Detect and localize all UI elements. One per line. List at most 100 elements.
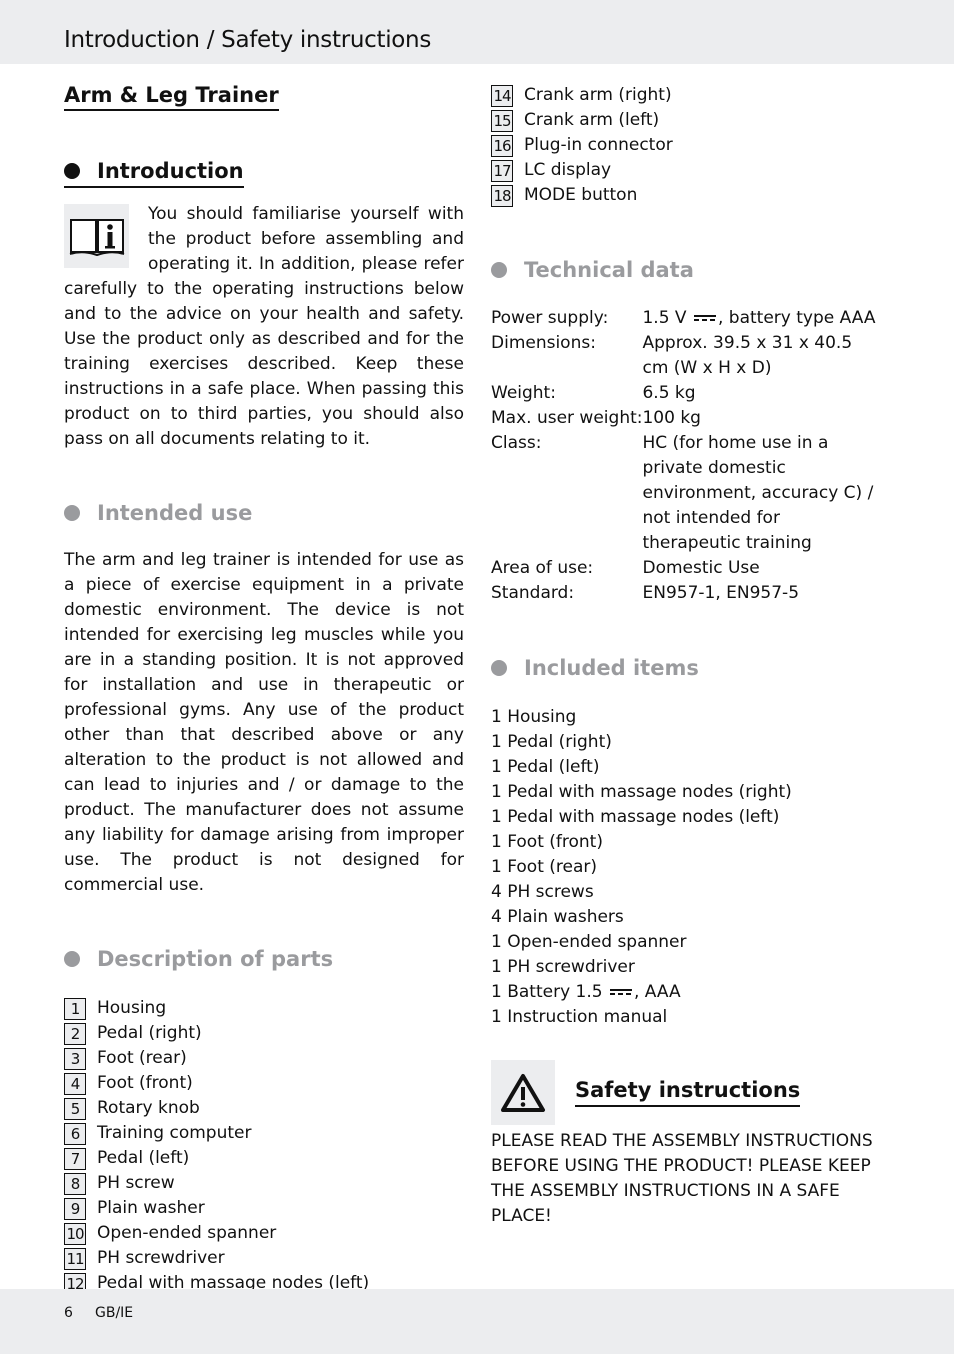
part-label: LC display — [524, 160, 612, 180]
part-item: 9 Plain washer — [64, 1196, 464, 1221]
introduction-block: You should familiarise yourself with the… — [64, 202, 464, 452]
part-label: PH screw — [97, 1173, 175, 1193]
page-header-title: Introduction / Safety instructions — [64, 27, 432, 53]
part-label: Plug-in connector — [524, 135, 673, 155]
tech-key: Dimensions: — [491, 333, 596, 353]
dc-current-icon — [693, 314, 716, 322]
part-item: 5 Rotary knob — [64, 1096, 464, 1121]
tech-value: EN957-1, EN957-5 — [642, 583, 800, 603]
right-column: 14 Crank arm (right) 15 Crank arm (left) 1… — [491, 83, 891, 1229]
part-number: 10 — [64, 1222, 86, 1245]
bullet-icon — [491, 660, 507, 676]
included-item: 1 Pedal with massage nodes (right) — [491, 782, 792, 802]
part-number: 15 — [491, 109, 513, 132]
included-item: 1 Open-ended spanner — [491, 932, 687, 952]
technical-data-table: Power supply: 1.5 V , battery type AAA D… — [491, 306, 882, 606]
tech-key: Power supply: — [491, 308, 609, 328]
included-items-list: 1 Housing 1 Pedal (right) 1 Pedal (left)… — [491, 705, 891, 1030]
part-label: Training computer — [97, 1123, 252, 1143]
included-item: 1 PH screwdriver — [491, 957, 635, 977]
part-label: Pedal (left) — [97, 1148, 190, 1168]
tech-row: Area of use: Domestic Use — [491, 556, 882, 581]
part-number: 1 — [64, 997, 86, 1020]
bullet-icon — [64, 951, 80, 967]
part-number: 7 — [64, 1147, 86, 1170]
intended-use-heading: Intended use — [64, 498, 464, 528]
introduction-heading: Introduction — [64, 158, 464, 188]
part-item: 11 PH screwdriver — [64, 1246, 464, 1271]
tech-row: Dimensions: Approx. 39.5 x 31 x 40.5 cm … — [491, 331, 882, 381]
part-label: Foot (front) — [97, 1073, 193, 1093]
tech-key: Max. user weight: — [491, 408, 643, 428]
tech-value: Approx. 39.5 x 31 x 40.5 cm (W x H x D) — [642, 333, 853, 378]
tech-key: Class: — [491, 433, 542, 453]
part-label: Crank arm (left) — [524, 110, 660, 130]
included-item: 1 Pedal with massage nodes (left) — [491, 807, 780, 827]
part-number: 11 — [64, 1247, 86, 1270]
parts-list: 1 Housing 2 Pedal (right) 3 Foot (rear) 4 Fo… — [64, 996, 464, 1321]
bullet-icon — [64, 505, 80, 521]
tech-key: Area of use: — [491, 558, 594, 578]
part-number: 17 — [491, 159, 513, 182]
part-label: Housing — [97, 998, 167, 1018]
safety-instructions-heading: Safety instructions — [575, 1078, 801, 1107]
part-number: 5 — [64, 1097, 86, 1120]
warning-triangle-icon — [491, 1060, 555, 1125]
parts-list-continued: 14 Crank arm (right) 15 Crank arm (left) 1… — [491, 83, 891, 208]
part-number: 14 — [491, 84, 513, 107]
part-label: Plain washer — [97, 1198, 205, 1218]
part-number: 8 — [64, 1172, 86, 1195]
part-number: 18 — [491, 184, 513, 207]
tech-row: Power supply: 1.5 V , battery type AAA — [491, 306, 882, 331]
bullet-icon — [491, 262, 507, 278]
part-item: 8 PH screw — [64, 1171, 464, 1196]
part-item: 6 Training computer — [64, 1121, 464, 1146]
part-item: 2 Pedal (right) — [64, 1021, 464, 1046]
part-label: MODE button — [524, 185, 638, 205]
included-item: 1 Instruction manual — [491, 1007, 668, 1027]
part-item: 1 Housing — [64, 996, 464, 1021]
part-item: 3 Foot (rear) — [64, 1046, 464, 1071]
included-items-heading: Included items — [491, 653, 891, 683]
footer-band — [0, 1289, 954, 1354]
part-item: 14 Crank arm (right) — [491, 83, 891, 108]
included-item: 4 PH screws — [491, 882, 594, 902]
part-number: 9 — [64, 1197, 86, 1220]
tech-key: Weight: — [491, 383, 556, 403]
included-item: 1 Housing — [491, 707, 577, 727]
part-item: 10 Open-ended spanner — [64, 1221, 464, 1246]
included-item: 1 Foot (front) — [491, 832, 603, 852]
bullet-icon — [64, 163, 80, 179]
language-code: GB/IE — [95, 1305, 134, 1321]
part-label: Foot (rear) — [97, 1048, 187, 1068]
tech-row: Weight: 6.5 kg — [491, 381, 882, 406]
tech-value: 1.5 V , battery type AAA — [642, 308, 876, 328]
tech-value: 100 kg — [642, 408, 701, 428]
included-item: 1 Pedal (left) — [491, 757, 600, 777]
product-title: Arm & Leg Trainer — [64, 82, 279, 111]
info-book-icon — [64, 204, 129, 268]
page-number: 6 — [64, 1305, 73, 1321]
part-number: 4 — [64, 1072, 86, 1095]
part-item: 4 Foot (front) — [64, 1071, 464, 1096]
included-item: 1 Battery 1.5 , AAA — [491, 982, 681, 1002]
part-number: 2 — [64, 1022, 86, 1045]
part-number: 3 — [64, 1047, 86, 1070]
introduction-heading-label: Introduction — [97, 158, 244, 183]
included-item: 1 Pedal (right) — [491, 732, 612, 752]
tech-key: Standard: — [491, 583, 575, 603]
technical-data-heading: Technical data — [491, 255, 891, 285]
part-item: 16 Plug-in connector — [491, 133, 891, 158]
part-label: Open-ended spanner — [97, 1223, 277, 1243]
tech-row: Standard: EN957-1, EN957-5 — [491, 581, 882, 606]
part-label: Pedal (right) — [97, 1023, 202, 1043]
part-label: PH screwdriver — [97, 1248, 225, 1268]
part-number: 16 — [491, 134, 513, 157]
intended-use-text: The arm and leg trainer is intended for … — [64, 550, 464, 895]
tech-row: Class: HC (for home use in a private dom… — [491, 431, 882, 556]
safety-heading-row: Safety instructions — [491, 1060, 891, 1125]
part-item: 18 MODE button — [491, 183, 891, 208]
left-column: Arm & Leg Trainer Introduction You shoul… — [64, 80, 464, 1321]
tech-value: Domestic Use — [642, 558, 760, 578]
part-label: Crank arm (right) — [524, 85, 672, 105]
